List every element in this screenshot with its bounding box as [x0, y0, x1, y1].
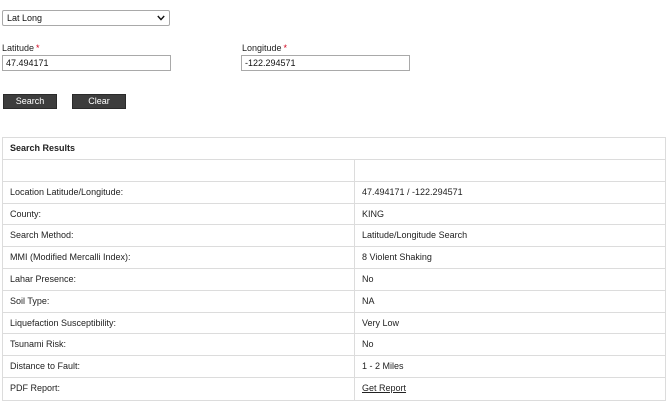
longitude-label: Longitude *: [242, 43, 287, 53]
result-label: Liquefaction Susceptibility:: [3, 312, 355, 334]
result-value: [355, 160, 665, 181]
result-value-cell: Get Report: [355, 378, 665, 400]
result-label: County:: [3, 203, 355, 225]
clear-button[interactable]: Clear: [72, 94, 126, 109]
search-results-panel: Search Results Location Latitude/Longitu…: [2, 137, 666, 401]
table-row: Tsunami Risk: No: [3, 334, 665, 357]
result-label: Soil Type:: [3, 290, 355, 312]
search-results-title: Search Results: [3, 138, 665, 160]
result-value: 47.494171 / -122.294571: [362, 186, 463, 197]
table-row: Lahar Presence: No: [3, 268, 665, 291]
table-row: Liquefaction Susceptibility: Very Low: [3, 312, 665, 335]
result-value: 1 - 2 Miles: [362, 361, 404, 372]
table-row: County: KING: [3, 203, 665, 226]
search-button[interactable]: Search: [3, 94, 57, 109]
result-value: No: [362, 339, 374, 350]
result-label: [3, 160, 355, 181]
table-row: Distance to Fault: 1 - 2 Miles: [3, 356, 665, 378]
result-value: 8 Violent Shaking: [362, 252, 432, 263]
result-value: NA: [362, 295, 375, 306]
table-row: MMI (Modified Mercalli Index): 8 Violent…: [3, 247, 665, 269]
table-row: Soil Type: NA: [3, 290, 665, 313]
result-value: KING: [362, 208, 385, 219]
result-label: PDF Report:: [3, 377, 355, 400]
result-label: Lahar Presence:: [3, 268, 355, 290]
longitude-input[interactable]: [241, 55, 410, 71]
result-label: Tsunami Risk:: [3, 334, 355, 356]
table-row: Search Method: Latitude/Longitude Search: [3, 225, 665, 248]
get-report-link[interactable]: Get Report: [362, 383, 406, 393]
search-type-selected-value: Lat Long: [7, 13, 43, 23]
latitude-label: Latitude *: [2, 43, 40, 53]
result-label: MMI (Modified Mercalli Index):: [3, 247, 355, 268]
table-row: PDF Report: Get Report: [3, 377, 665, 400]
result-value: No: [362, 273, 374, 284]
result-value: Very Low: [362, 317, 400, 328]
search-type-select[interactable]: Lat Long: [2, 10, 170, 26]
table-row: [3, 160, 665, 182]
latitude-input[interactable]: [2, 55, 171, 71]
latitude-label-text: Latitude: [2, 43, 35, 53]
result-value: Latitude/Longitude Search: [362, 230, 468, 241]
longitude-label-text: Longitude: [242, 43, 282, 53]
result-label: Location Latitude/Longitude:: [3, 181, 355, 203]
result-label: Search Method:: [3, 225, 355, 247]
table-row: Location Latitude/Longitude: 47.494171 /…: [3, 181, 665, 204]
latitude-required-marker: *: [36, 43, 40, 53]
result-label: Distance to Fault:: [3, 356, 355, 377]
longitude-required-marker: *: [283, 43, 288, 53]
chevron-down-icon: [157, 15, 165, 21]
